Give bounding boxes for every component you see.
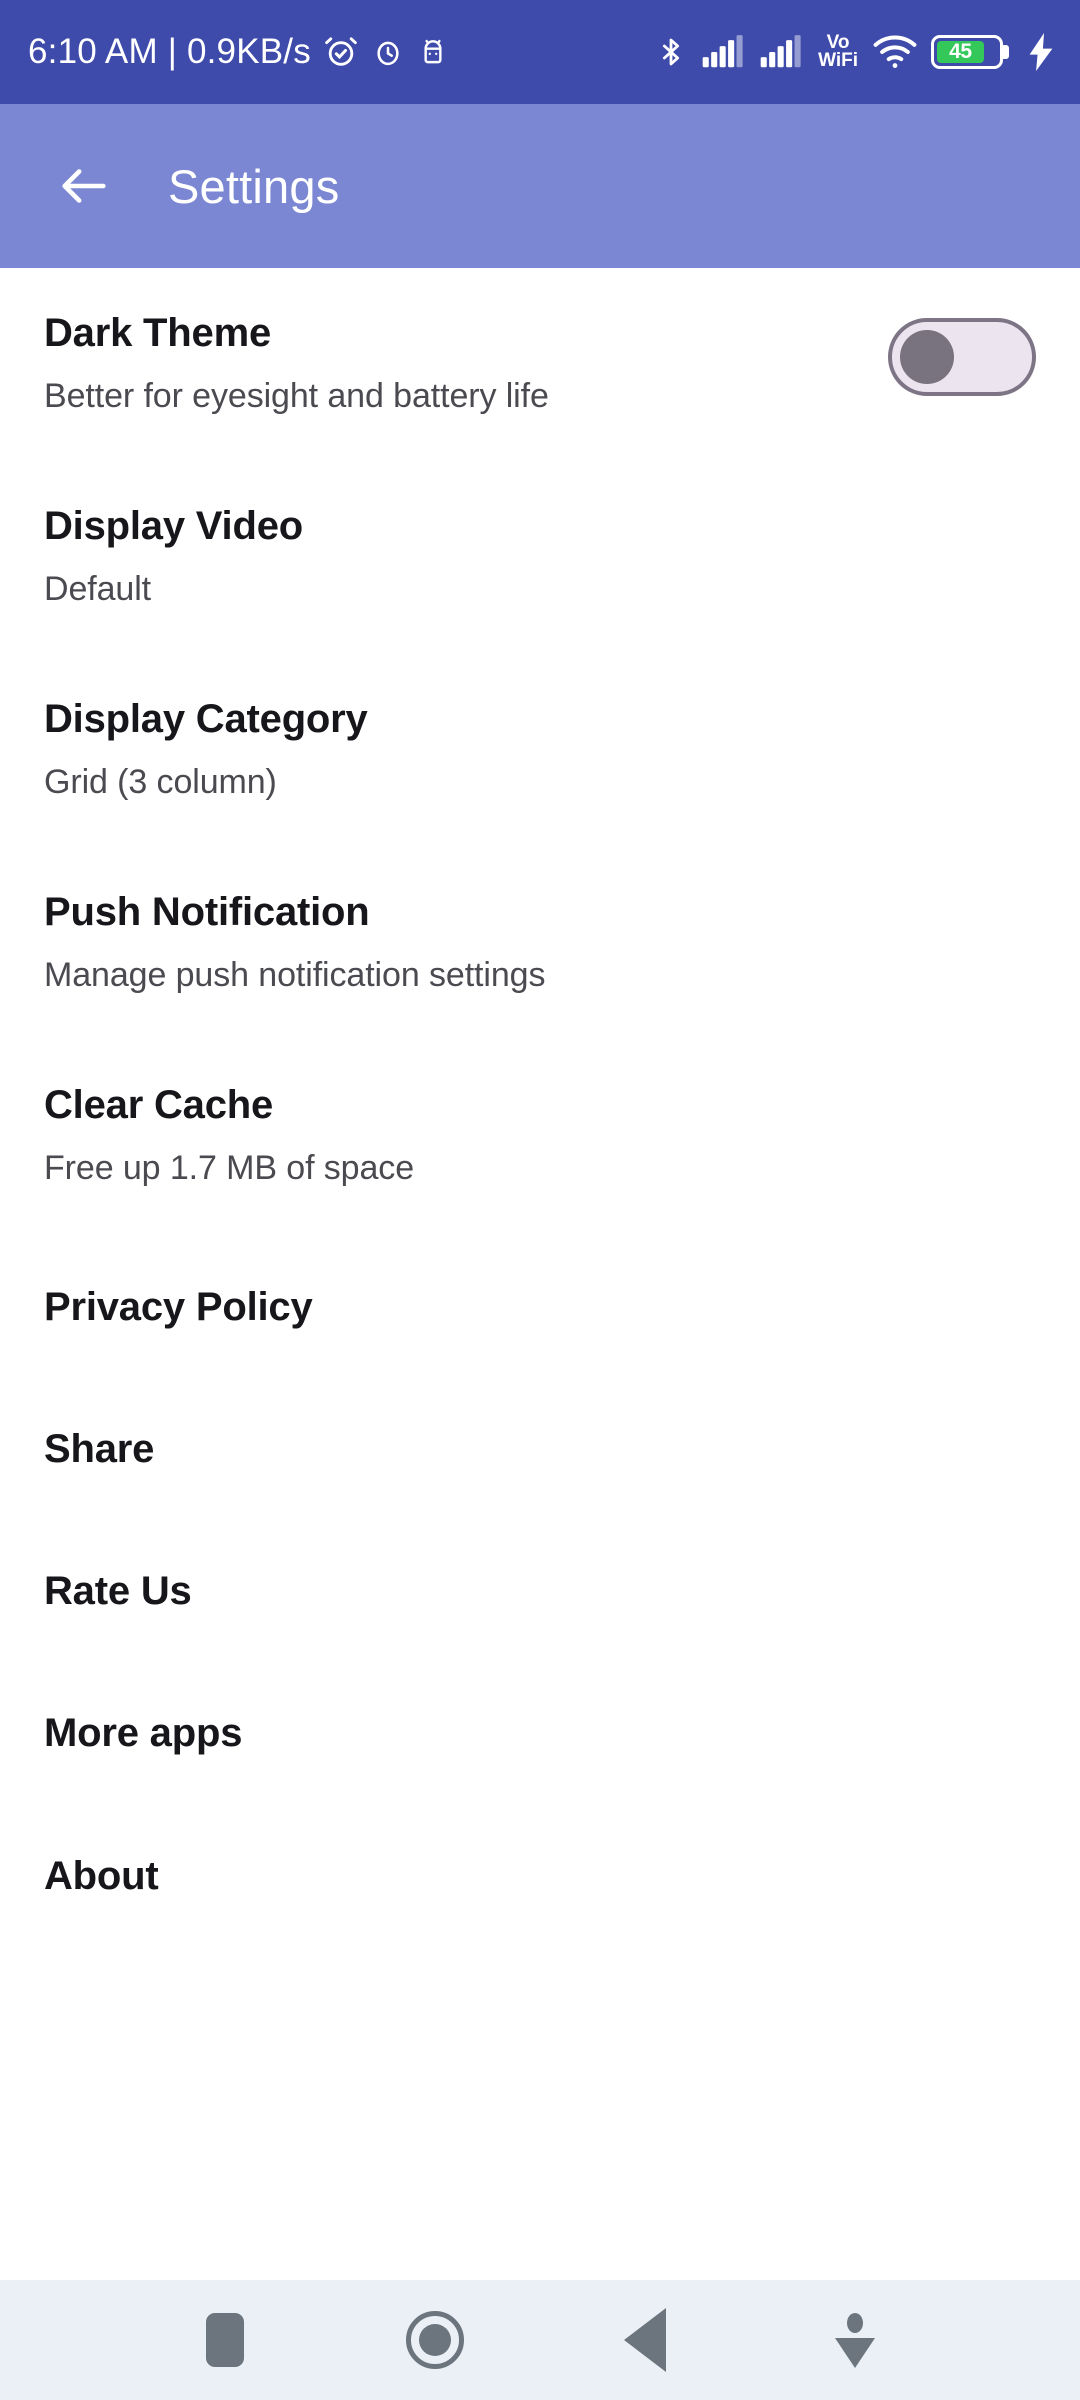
setting-row-share[interactable]: Share <box>44 1426 1036 1473</box>
toggle-thumb <box>900 330 954 384</box>
row-text: Privacy Policy <box>44 1284 1036 1331</box>
vowifi-bottom-label: WiFi <box>818 50 858 71</box>
status-bar-right: Vo WiFi 45 <box>655 32 1054 72</box>
setting-row-dark-theme[interactable]: Dark Theme Better for eyesight and batte… <box>44 310 1036 417</box>
setting-title: Clear Cache <box>44 1082 274 1127</box>
setting-title: Dark Theme <box>44 311 271 355</box>
android-debug-icon <box>417 35 449 69</box>
status-bar: 6:10 AM | 0.9KB/s Vo WiFi 45 <box>0 0 1080 104</box>
setting-row-display-category[interactable]: Display Category Grid (3 column) <box>44 696 1036 803</box>
hide-navbar-dot <box>847 2312 863 2333</box>
row-spacer <box>44 1758 1036 1853</box>
setting-title: More apps <box>44 1711 243 1756</box>
row-text: Push Notification Manage push notificati… <box>44 889 1036 996</box>
battery-icon: 45 <box>931 35 1003 69</box>
setting-title: Rate Us <box>44 1569 192 1614</box>
row-text: More apps <box>44 1710 1036 1757</box>
recents-button[interactable] <box>170 2285 280 2395</box>
setting-subtitle: Grid (3 column) <box>44 763 277 802</box>
row-text: Rate Us <box>44 1568 1036 1615</box>
hide-navbar-icon <box>835 2312 875 2368</box>
settings-list: Dark Theme Better for eyesight and batte… <box>0 268 1080 2280</box>
setting-row-more-apps[interactable]: More apps <box>44 1710 1036 1757</box>
row-text: Display Video Default <box>44 503 1036 610</box>
back-nav-button[interactable] <box>590 2285 700 2395</box>
row-text: Display Category Grid (3 column) <box>44 696 1036 803</box>
row-text: Clear Cache Free up 1.7 MB of space <box>44 1082 1036 1189</box>
charging-bolt-icon <box>1028 33 1054 71</box>
row-spacer <box>44 417 1036 503</box>
hide-navbar-arrow <box>835 2337 875 2368</box>
hide-navbar-button[interactable] <box>800 2285 910 2395</box>
row-text: Dark Theme Better for eyesight and batte… <box>44 310 888 417</box>
home-circle-icon <box>406 2311 464 2369</box>
row-spacer <box>44 1473 1036 1568</box>
arrow-left-icon <box>62 169 106 203</box>
app-bar: Settings <box>0 104 1080 268</box>
alarm-set-icon <box>323 34 359 70</box>
bluetooth-icon <box>655 32 687 72</box>
signal-sim2-icon <box>759 35 803 69</box>
row-spacer <box>44 996 1036 1082</box>
setting-title: Push Notification <box>44 889 370 934</box>
wifi-icon <box>873 35 917 69</box>
vowifi-icon: Vo WiFi <box>818 33 858 71</box>
back-button[interactable] <box>46 148 122 224</box>
setting-title: Display Video <box>44 503 303 548</box>
setting-row-about[interactable]: About <box>44 1853 1036 1900</box>
row-text: Share <box>44 1426 1036 1473</box>
recents-square-icon <box>206 2313 244 2367</box>
page-title: Settings <box>168 159 340 213</box>
setting-title: Privacy Policy <box>44 1284 313 1329</box>
signal-sim1-icon <box>701 35 745 69</box>
back-triangle-icon <box>624 2308 666 2372</box>
setting-subtitle: Manage push notification settings <box>44 956 546 995</box>
setting-title: Display Category <box>44 696 368 741</box>
dark-theme-toggle[interactable] <box>888 318 1036 396</box>
setting-title: Share <box>44 1427 155 1472</box>
home-button[interactable] <box>380 2285 490 2395</box>
row-spacer <box>44 1331 1036 1426</box>
home-circle-inner <box>419 2324 451 2356</box>
status-clock: 6:10 AM | 0.9KB/s <box>28 32 311 71</box>
alarm-icon <box>371 35 405 69</box>
row-text: About <box>44 1853 1036 1900</box>
setting-subtitle: Better for eyesight and battery life <box>44 377 549 416</box>
row-spacer <box>44 1615 1036 1710</box>
setting-title: About <box>44 1853 159 1898</box>
setting-row-rate-us[interactable]: Rate Us <box>44 1568 1036 1615</box>
phone-screen: 6:10 AM | 0.9KB/s Vo WiFi 45 Settings Da… <box>0 0 1080 2400</box>
system-navigation-bar <box>0 2280 1080 2400</box>
battery-level-label: 45 <box>937 40 984 63</box>
setting-row-push-notification[interactable]: Push Notification Manage push notificati… <box>44 889 1036 996</box>
setting-subtitle: Free up 1.7 MB of space <box>44 1149 415 1188</box>
row-spacer <box>44 610 1036 696</box>
setting-row-display-video[interactable]: Display Video Default <box>44 503 1036 610</box>
status-bar-left: 6:10 AM | 0.9KB/s <box>28 32 449 72</box>
setting-row-privacy-policy[interactable]: Privacy Policy <box>44 1284 1036 1331</box>
row-spacer <box>44 1189 1036 1284</box>
setting-row-clear-cache[interactable]: Clear Cache Free up 1.7 MB of space <box>44 1082 1036 1189</box>
setting-subtitle: Default <box>44 570 152 609</box>
row-spacer <box>44 803 1036 889</box>
